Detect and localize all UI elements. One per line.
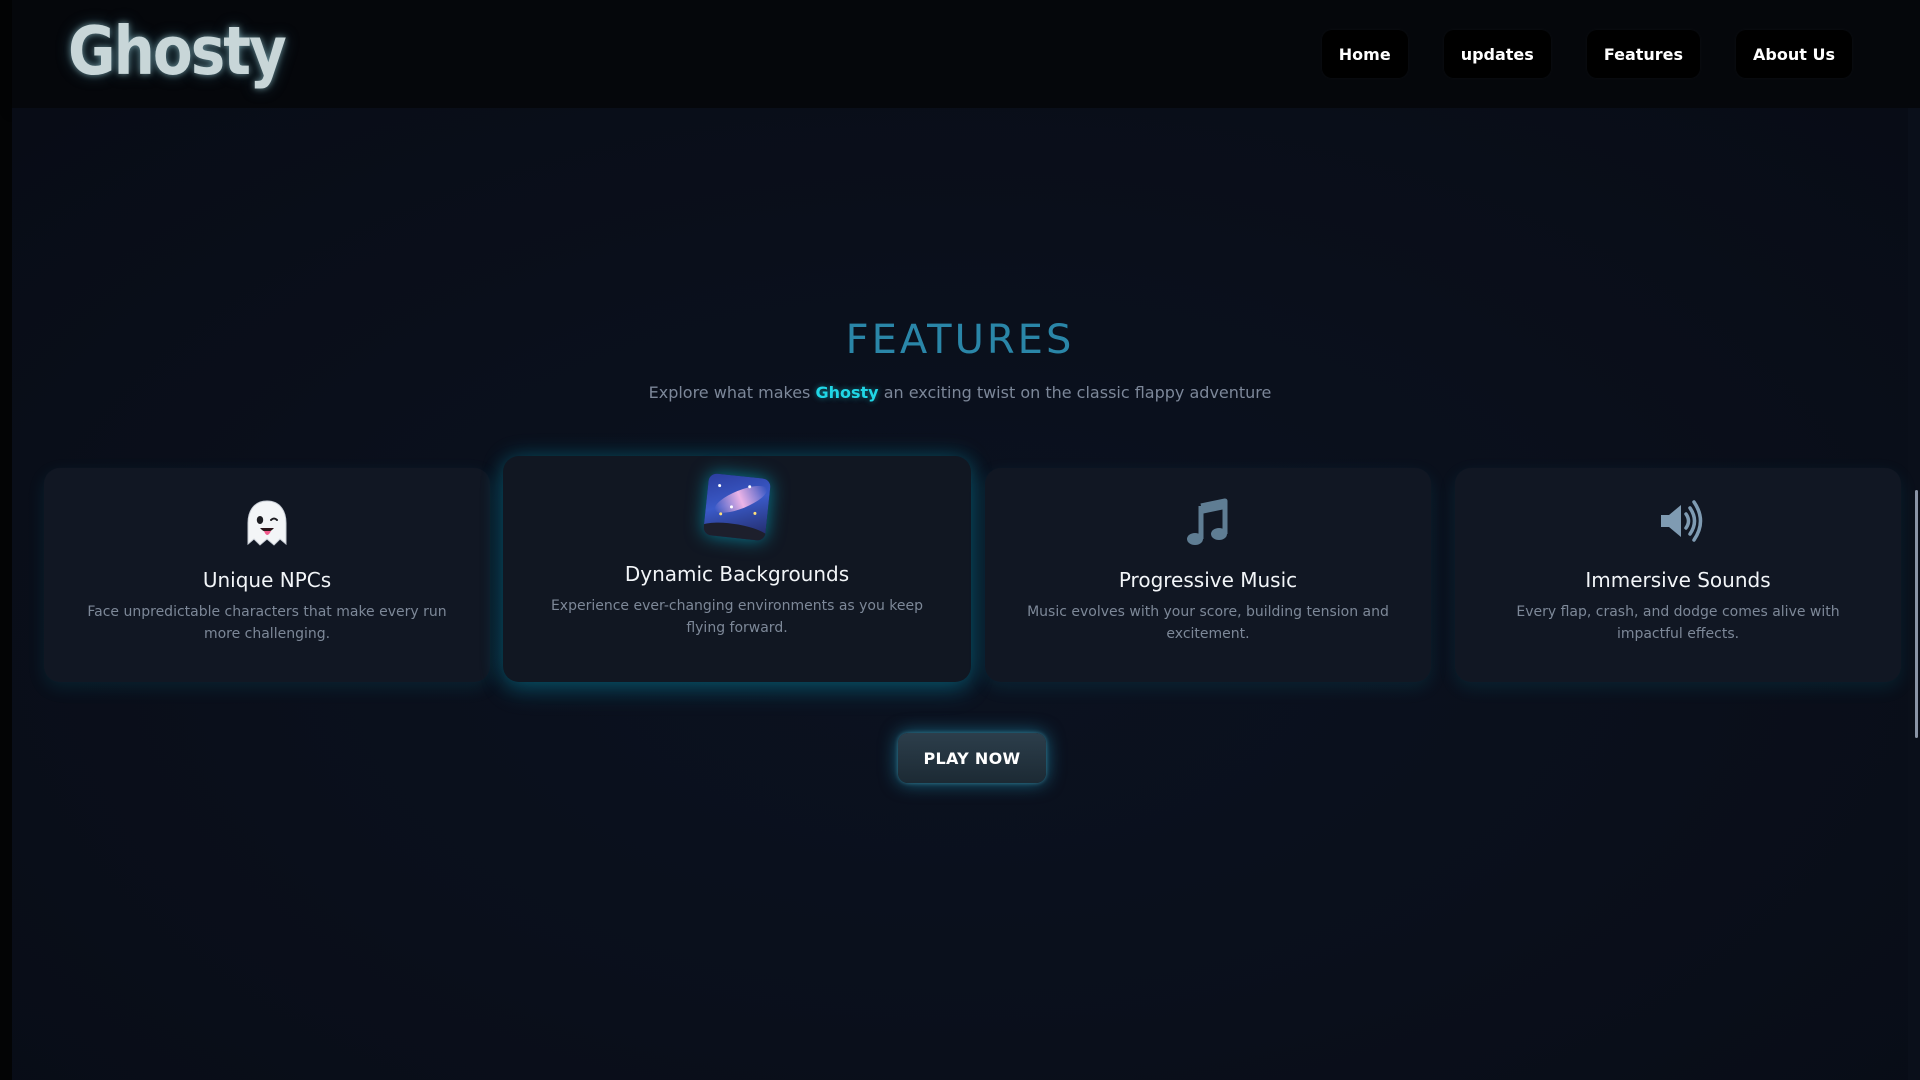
scrollbar-thumb[interactable]: [1915, 490, 1918, 738]
feature-card-dynamic-backgrounds[interactable]: Dynamic Backgrounds Experience ever-chan…: [503, 456, 971, 682]
play-now-button[interactable]: PLAY NOW: [898, 733, 1046, 783]
speaker-icon: [1661, 500, 1703, 542]
card-title: Progressive Music: [1118, 568, 1298, 592]
card-title: Immersive Sounds: [1585, 568, 1771, 592]
milky-way-icon: [702, 472, 772, 542]
nav-home[interactable]: Home: [1321, 30, 1408, 78]
card-description: Music evolves with your score, building …: [1027, 604, 1389, 642]
left-edge-strip: [0, 0, 12, 1080]
features-title: FEATURES: [845, 317, 1075, 363]
logo[interactable]: Ghosty: [68, 12, 287, 90]
subtitle-text-after: an exciting twist on the classic flappy …: [878, 383, 1272, 402]
nav-about-us[interactable]: About Us: [1736, 30, 1852, 78]
navbar: Ghosty Home updates Features About Us: [12, 0, 1920, 108]
features-subtitle: Explore what makes Ghosty an exciting tw…: [0, 383, 1920, 402]
music-note-icon: [1187, 498, 1228, 545]
card-description: Experience ever-changing environments as…: [550, 598, 924, 636]
nav-links: Home updates Features About Us: [1321, 30, 1852, 78]
subtitle-text-before: Explore what makes: [648, 383, 816, 402]
feature-card-progressive-music[interactable]: Progressive Music Music evolves with you…: [985, 468, 1431, 682]
subtitle-brand-name: Ghosty: [815, 383, 879, 402]
scrollbar[interactable]: [1908, 108, 1920, 1080]
card-description: Face unpredictable characters that make …: [87, 604, 447, 642]
feature-card-immersive-sounds[interactable]: Immersive Sounds Every flap, crash, and …: [1455, 468, 1901, 682]
ghost-icon: [247, 500, 287, 546]
page: Ghosty Home updates Features About Us FE…: [0, 0, 1920, 1080]
card-title: Dynamic Backgrounds: [624, 562, 850, 586]
card-title: Unique NPCs: [202, 568, 332, 592]
nav-features[interactable]: Features: [1586, 30, 1701, 78]
nav-updates[interactable]: updates: [1443, 30, 1551, 78]
card-description: Every flap, crash, and dodge comes alive…: [1516, 604, 1840, 642]
feature-card-unique-npcs[interactable]: Unique NPCs Face unpredictable character…: [44, 468, 490, 682]
